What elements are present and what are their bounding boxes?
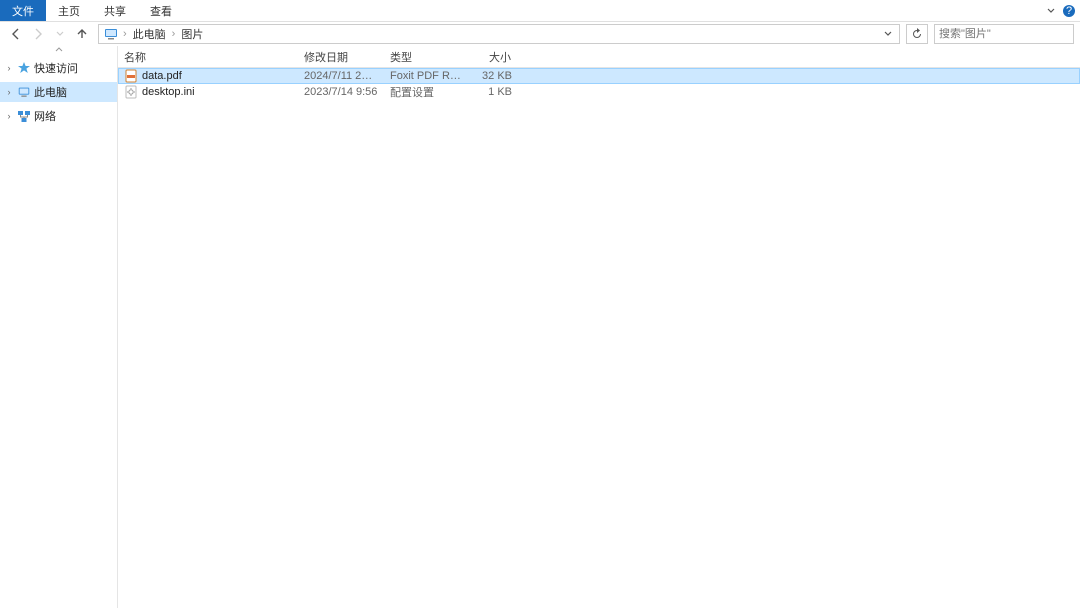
sidebar-item-network[interactable]: › 网络 — [0, 106, 117, 126]
ribbon-tab-file[interactable]: 文件 — [0, 0, 46, 21]
column-header-name[interactable]: 名称 — [118, 49, 298, 65]
up-button[interactable] — [72, 24, 92, 44]
ribbon-tab-share[interactable]: 共享 — [92, 0, 138, 21]
search-input[interactable] — [939, 28, 1080, 40]
ribbon-tab-view[interactable]: 查看 — [138, 0, 184, 21]
pc-icon — [16, 84, 32, 100]
chevron-right-icon[interactable]: › — [121, 28, 129, 40]
search-box[interactable] — [934, 24, 1074, 44]
svg-text:?: ? — [1066, 5, 1072, 17]
sidebar-item-label: 快速访问 — [34, 60, 78, 76]
refresh-button[interactable] — [906, 24, 928, 44]
column-header-size[interactable]: 大小 — [470, 49, 522, 65]
file-size: 1 KB — [470, 86, 522, 98]
sidebar-tree: › 快速访问 › 此电脑 › 网络 — [0, 46, 118, 608]
breadcrumb[interactable]: › 此电脑 › 图片 — [98, 24, 900, 44]
column-headers: 名称 修改日期 类型 大小 — [118, 46, 1080, 68]
column-header-type[interactable]: 类型 — [384, 49, 470, 65]
breadcrumb-segment-1[interactable]: 图片 — [177, 26, 207, 42]
breadcrumb-segment-0[interactable]: 此电脑 — [129, 26, 170, 42]
sidebar-item-label: 此电脑 — [34, 84, 67, 100]
chevron-right-icon[interactable]: › — [4, 63, 14, 73]
chevron-right-icon[interactable]: › — [4, 111, 14, 121]
file-date: 2023/7/14 9:56 — [298, 86, 384, 98]
column-header-date[interactable]: 修改日期 — [298, 49, 384, 65]
file-size: 32 KB — [470, 70, 522, 82]
ini-file-icon — [124, 85, 138, 99]
sidebar-collapse-icon[interactable] — [0, 45, 117, 55]
file-row[interactable]: data.pdf 2024/7/11 21:24 Foxit PDF Reade… — [118, 68, 1080, 84]
back-button[interactable] — [6, 24, 26, 44]
main-area: › 快速访问 › 此电脑 › 网络 名称 修改日期 类型 — [0, 46, 1080, 608]
star-icon — [16, 60, 32, 76]
sidebar-item-quickaccess[interactable]: › 快速访问 — [0, 58, 117, 78]
file-date: 2024/7/11 21:24 — [298, 70, 384, 82]
chevron-right-icon[interactable]: › — [170, 28, 178, 40]
file-list: 名称 修改日期 类型 大小 data.pdf 2024/7/11 21:24 F… — [118, 46, 1080, 608]
ribbon-tab-home[interactable]: 主页 — [46, 0, 92, 21]
file-name: desktop.ini — [142, 86, 195, 98]
navigation-bar: › 此电脑 › 图片 — [0, 22, 1080, 46]
sidebar-item-label: 网络 — [34, 108, 56, 124]
pc-icon — [103, 26, 119, 42]
forward-button[interactable] — [28, 24, 48, 44]
breadcrumb-dropdown-icon[interactable] — [879, 29, 897, 39]
file-type: Foxit PDF Reade... — [384, 70, 470, 82]
file-name: data.pdf — [142, 70, 182, 82]
sidebar-item-thispc[interactable]: › 此电脑 — [0, 82, 117, 102]
file-row[interactable]: desktop.ini 2023/7/14 9:56 配置设置 1 KB — [118, 84, 1080, 100]
file-type: 配置设置 — [384, 84, 470, 100]
ribbon-expand-icon[interactable] — [1046, 6, 1056, 16]
recent-dropdown-icon[interactable] — [50, 24, 70, 44]
network-icon — [16, 108, 32, 124]
help-icon[interactable]: ? — [1062, 4, 1076, 18]
pdf-file-icon — [124, 69, 138, 83]
ribbon-tabs: 文件 主页 共享 查看 ? — [0, 0, 1080, 22]
chevron-right-icon[interactable]: › — [4, 87, 14, 97]
